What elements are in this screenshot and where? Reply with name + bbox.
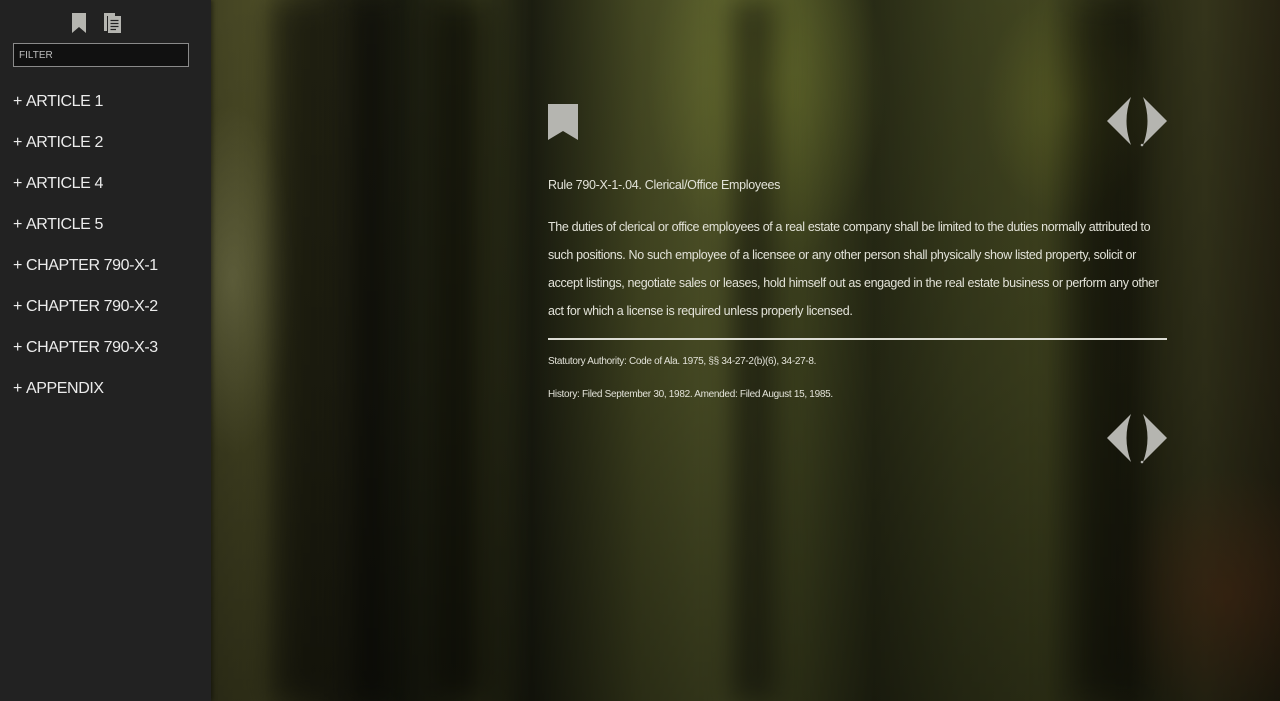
expand-plus: + [13, 216, 22, 233]
divider [548, 338, 1167, 340]
expand-plus: + [13, 175, 22, 192]
sidebar-item-label: ARTICLE 5 [25, 216, 103, 233]
sidebar-item-label: CHAPTER 790-X-1 [25, 257, 158, 274]
documents-icon[interactable] [103, 12, 123, 34]
sidebar-toolbar [70, 12, 123, 34]
expand-plus: + [13, 339, 22, 356]
sidebar-item-label: CHAPTER 790-X-2 [25, 298, 158, 315]
sidebar-item-article-5[interactable]: + ARTICLE 5 [13, 214, 158, 255]
prev-next-arrows-icon[interactable] [1107, 414, 1167, 464]
rule-title: Rule 790-X-1-.04. Clerical/Office Employ… [548, 178, 781, 192]
sidebar-item-label: ARTICLE 2 [25, 134, 103, 151]
sidebar-item-label: ARTICLE 4 [25, 175, 103, 192]
expand-plus: + [13, 298, 22, 315]
filter-input[interactable] [13, 43, 189, 67]
sidebar-item-article-2[interactable]: + ARTICLE 2 [13, 132, 158, 173]
expand-plus: + [13, 134, 22, 151]
sidebar-item-label: ARTICLE 1 [25, 93, 103, 110]
sidebar: +ARTICLE 1 +ARTICLE 2 +ARTICLE 4 +ARTICL… [0, 0, 211, 701]
prev-next-arrows-icon[interactable] [1107, 97, 1167, 147]
history: History: Filed September 30, 1982. Amend… [548, 389, 833, 400]
sidebar-item-article-1[interactable]: + ARTICLE 1 [13, 91, 158, 132]
expand-plus: + [13, 257, 22, 274]
sidebar-item-appendix[interactable]: + APPENDIX [13, 378, 158, 419]
sidebar-item-chapter-790-x-2[interactable]: + CHAPTER 790-X-2 [13, 296, 158, 337]
bookmark-icon[interactable] [548, 104, 578, 140]
sidebar-item-chapter-790-x-3[interactable]: + CHAPTER 790-X-3 [13, 337, 158, 378]
expand-plus: + [13, 380, 22, 397]
sidebar-item-label: CHAPTER 790-X-3 [25, 339, 158, 356]
sidebar-item-label: APPENDIX [25, 380, 104, 397]
rule-body: The duties of clerical or office employe… [548, 220, 1159, 318]
statutory-authority: Statutory Authority: Code of Ala. 1975, … [548, 356, 817, 367]
expand-plus: + [13, 93, 22, 110]
bookmark-icon[interactable] [70, 12, 90, 34]
sidebar-nav: + ARTICLE 1 + ARTICLE 2 + ARTICLE 4 + ARTICL… [13, 91, 158, 419]
sidebar-item-article-4[interactable]: + ARTICLE 4 [13, 173, 158, 214]
sidebar-item-chapter-790-x-1[interactable]: + CHAPTER 790-X-1 [13, 255, 158, 296]
